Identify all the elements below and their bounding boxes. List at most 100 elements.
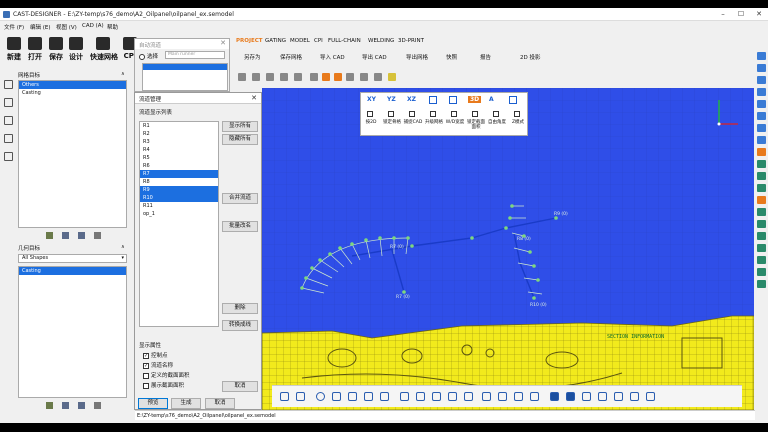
menu-help[interactable]: 帮助 xyxy=(107,23,118,31)
snapshot-button[interactable]: 快照 xyxy=(446,53,457,61)
menu-cad[interactable]: CAD (A) xyxy=(82,23,104,29)
tool-icon[interactable] xyxy=(756,280,766,288)
close-icon[interactable]: ✕ xyxy=(754,10,764,18)
view-a-button[interactable]: A xyxy=(489,96,494,103)
edit-icon[interactable] xyxy=(46,402,53,409)
list-item[interactable]: R10 xyxy=(140,194,218,202)
checkbox[interactable] xyxy=(367,111,375,118)
menu-edit[interactable]: 编辑 (E) xyxy=(30,23,51,31)
close-icon[interactable]: ✕ xyxy=(220,39,226,47)
view-tool-icon[interactable] xyxy=(280,73,288,81)
preview-button[interactable]: 预览 xyxy=(138,398,168,409)
viewport-canvas[interactable]: SECTION INFORMATION R7 (0) R7 (0) R8 (0)… xyxy=(262,88,754,410)
list-item[interactable]: Casting xyxy=(19,89,126,97)
tool-icon[interactable] xyxy=(756,232,766,240)
snap-icon[interactable] xyxy=(582,392,591,401)
tool-icon[interactable] xyxy=(756,112,766,120)
extend-icon[interactable] xyxy=(380,392,389,401)
list-item[interactable]: R1 xyxy=(140,122,218,130)
move-icon[interactable] xyxy=(78,402,85,409)
tool-icon[interactable] xyxy=(756,160,766,168)
delete-button[interactable]: 删除 xyxy=(222,303,258,314)
checkbox[interactable] xyxy=(514,111,522,118)
list-item[interactable] xyxy=(143,64,227,70)
view-yz-button[interactable]: YZ xyxy=(387,96,396,103)
draw-line-icon[interactable] xyxy=(280,392,289,401)
upload-icon[interactable] xyxy=(566,392,575,401)
menu-file[interactable]: 文件 (F) xyxy=(4,23,24,31)
menu-view[interactable]: 视图 (V) xyxy=(56,23,77,31)
view-iso-icon[interactable] xyxy=(429,96,437,104)
tool-icon[interactable] xyxy=(756,64,766,72)
shape-filter-select[interactable]: All Shapes ▾ xyxy=(18,254,127,263)
list-item[interactable]: R4 xyxy=(140,146,218,154)
zoom-icon[interactable] xyxy=(310,73,318,81)
color-palette-icon[interactable] xyxy=(388,73,396,81)
mirror-icon[interactable] xyxy=(432,392,441,401)
list-item[interactable]: op_1 xyxy=(140,210,218,218)
list-item[interactable]: R2 xyxy=(140,130,218,138)
list-item[interactable]: R8 xyxy=(140,178,218,186)
point-icon[interactable] xyxy=(614,392,623,401)
save-curve-icon[interactable] xyxy=(550,392,559,401)
list-item[interactable]: Others xyxy=(19,81,126,89)
edit-icon[interactable] xyxy=(46,232,53,239)
section-icon[interactable] xyxy=(360,73,368,81)
select-radio[interactable]: 选择 xyxy=(139,52,158,60)
tool-icon[interactable] xyxy=(756,172,766,180)
collapse-icon[interactable]: ∧ xyxy=(121,244,125,250)
control-points-checkbox[interactable]: ✓ 控制点 xyxy=(143,351,168,359)
move-point-icon[interactable] xyxy=(400,392,409,401)
tool-icon[interactable] xyxy=(756,88,766,96)
measure-icon[interactable] xyxy=(598,392,607,401)
generate-button[interactable]: 生成 xyxy=(171,398,201,409)
list-item[interactable]: R6 xyxy=(140,162,218,170)
view-tool-icon[interactable] xyxy=(266,73,274,81)
copy-icon[interactable] xyxy=(482,392,491,401)
checkbox[interactable] xyxy=(451,111,459,118)
tool-icon[interactable] xyxy=(756,256,766,264)
add-icon[interactable] xyxy=(62,232,69,239)
trim-icon[interactable] xyxy=(364,392,373,401)
layer-icon[interactable] xyxy=(4,116,13,125)
merge-runners-button[interactable]: 合并流道 xyxy=(222,193,258,204)
quick-mesh-button[interactable]: 快速网格 xyxy=(90,35,118,67)
tool-icon[interactable] xyxy=(756,268,766,276)
runner-name-checkbox[interactable]: ✓ 流道名称 xyxy=(143,361,173,369)
projection-2d-button[interactable]: 2D 投影 xyxy=(520,53,540,61)
join-icon[interactable] xyxy=(514,392,523,401)
view-rotate-icon[interactable] xyxy=(449,96,457,104)
show-section-checkbox[interactable]: 展示截面面积 xyxy=(143,381,184,389)
batch-rename-button[interactable]: 批量改名 xyxy=(222,221,258,232)
checkbox[interactable] xyxy=(388,111,396,118)
tool-icon[interactable] xyxy=(756,244,766,252)
split-icon[interactable] xyxy=(530,392,539,401)
mesh-tree-icon[interactable] xyxy=(4,80,13,89)
defined-section-checkbox[interactable]: 定义的截面面积 xyxy=(143,371,190,379)
checkbox[interactable] xyxy=(493,111,501,118)
rotate-icon[interactable] xyxy=(416,392,425,401)
zoom-select-icon[interactable] xyxy=(334,73,342,81)
3d-viewport[interactable]: SECTION INFORMATION R7 (0) R7 (0) R8 (0)… xyxy=(262,88,754,410)
move-icon[interactable] xyxy=(78,232,85,239)
tool-icon[interactable] xyxy=(756,124,766,132)
tool-icon[interactable] xyxy=(756,208,766,216)
circle-icon[interactable] xyxy=(316,392,325,401)
design-button[interactable]: 设计 xyxy=(66,35,86,67)
spline-icon[interactable] xyxy=(348,392,357,401)
show-all-button[interactable]: 显示所有 xyxy=(222,121,258,132)
tool-icon[interactable] xyxy=(756,76,766,84)
save-button[interactable]: 保存 xyxy=(46,35,66,67)
hide-all-button[interactable]: 隐藏所有 xyxy=(222,134,258,145)
save-as-button[interactable]: 另存为 xyxy=(244,53,261,61)
section-view-icon[interactable] xyxy=(646,392,655,401)
report-button[interactable]: 报告 xyxy=(480,53,491,61)
cancel-button[interactable]: 取消 xyxy=(205,398,235,409)
view-xy-button[interactable]: XY xyxy=(367,96,376,103)
list-item[interactable]: R5 xyxy=(140,154,218,162)
view-xz-button[interactable]: XZ xyxy=(407,96,416,103)
view-tool-icon[interactable] xyxy=(252,73,260,81)
runner-type-select[interactable]: Main runner xyxy=(165,51,225,59)
list-item[interactable]: R3 xyxy=(140,138,218,146)
zoom-window-icon[interactable] xyxy=(322,73,330,81)
